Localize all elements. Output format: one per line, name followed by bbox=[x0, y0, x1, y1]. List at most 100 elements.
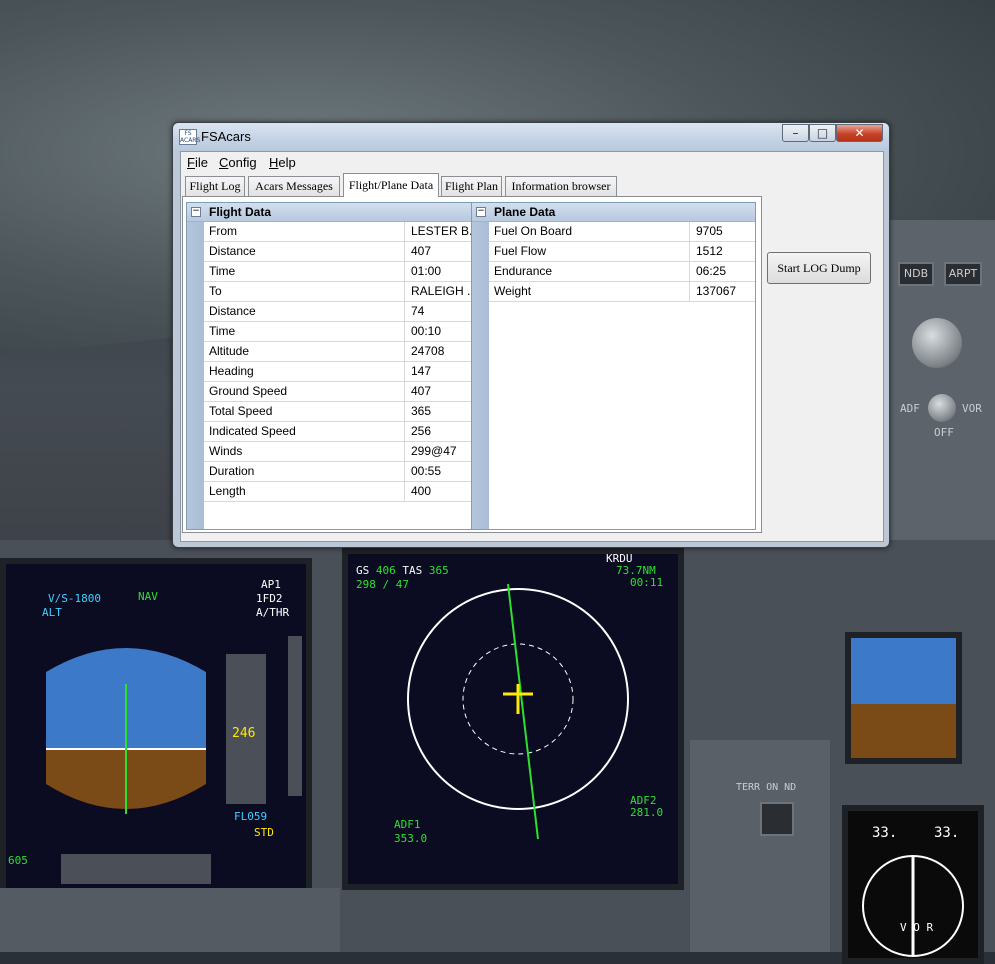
property-row[interactable]: Time 01:00 bbox=[204, 262, 471, 282]
property-value[interactable]: 1512 bbox=[689, 242, 756, 261]
rmi-right-value: 33. bbox=[934, 825, 960, 841]
grid-gutter bbox=[187, 203, 204, 529]
plane-data-grid: − Plane Data Fuel On Board 9705 Fuel Flow 1… bbox=[471, 202, 756, 530]
plane-data-title: Plane Data bbox=[494, 205, 556, 219]
property-value[interactable]: 400 bbox=[404, 482, 471, 501]
property-name: Indicated Speed bbox=[209, 424, 296, 438]
window-title: FSAcars bbox=[201, 129, 251, 144]
property-row[interactable]: Ground Speed 407 bbox=[204, 382, 471, 402]
nd-adf1-label: ADF1 bbox=[394, 818, 421, 831]
window-client: File Config Help Flight Log Acars Messag… bbox=[180, 151, 884, 542]
property-row[interactable]: Distance 407 bbox=[204, 242, 471, 262]
lower-panel bbox=[0, 888, 340, 952]
property-name: Duration bbox=[209, 464, 255, 478]
property-name: Fuel Flow bbox=[494, 244, 547, 258]
close-button[interactable]: ✕ bbox=[836, 124, 883, 142]
pfd-athr: A/THR bbox=[256, 606, 290, 619]
property-row[interactable]: Weight 137067 bbox=[489, 282, 755, 302]
property-row[interactable]: Winds 299@47 bbox=[204, 442, 471, 462]
rmi-indicator: 33. 33. V O R bbox=[842, 805, 984, 964]
pfd-ap: AP1 bbox=[261, 578, 281, 591]
tab-acars-messages[interactable]: Acars Messages bbox=[248, 176, 340, 196]
menu-help[interactable]: Help bbox=[269, 155, 296, 170]
pfd-baro: 605 bbox=[8, 854, 28, 867]
property-value[interactable]: 06:25 bbox=[689, 262, 756, 281]
property-value[interactable]: 74 bbox=[404, 302, 471, 321]
navigation-display: GS 406 TAS 365 298 / 47 KRDU 73.7NM 00:1… bbox=[342, 548, 684, 890]
ndb-button: NDB bbox=[898, 262, 934, 286]
collapse-flight-data-icon[interactable]: − bbox=[191, 207, 201, 217]
property-value[interactable]: 01:00 bbox=[404, 262, 471, 281]
property-row[interactable]: Distance 74 bbox=[204, 302, 471, 322]
property-name: Total Speed bbox=[209, 404, 273, 418]
flight-plane-data-panel: − Flight Data From LESTER B... Distance 407… bbox=[182, 196, 762, 533]
nd-adf2: 281.0 bbox=[630, 806, 664, 819]
property-value[interactable]: 24708 bbox=[404, 342, 471, 361]
property-value[interactable]: LESTER B... bbox=[404, 222, 471, 241]
tab-flight-plane-data[interactable]: Flight/Plane Data bbox=[343, 173, 439, 197]
pfd-vs-mode: V/S-1800 bbox=[48, 592, 101, 605]
property-value[interactable]: 299@47 bbox=[404, 442, 471, 461]
tab-flight-log[interactable]: Flight Log bbox=[185, 176, 245, 196]
pfd-alt: ALT bbox=[42, 606, 62, 619]
property-name: Winds bbox=[209, 444, 243, 458]
property-value[interactable]: 365 bbox=[404, 402, 471, 421]
property-row[interactable]: Time 00:10 bbox=[204, 322, 471, 342]
terr-panel: TERR ON ND bbox=[690, 740, 830, 952]
property-value[interactable]: 256 bbox=[404, 422, 471, 441]
pfd-std: STD bbox=[254, 826, 274, 839]
property-name: Time bbox=[209, 324, 236, 338]
property-row[interactable]: Duration 00:55 bbox=[204, 462, 471, 482]
collapse-plane-data-icon[interactable]: − bbox=[476, 207, 486, 217]
property-row[interactable]: Altitude 24708 bbox=[204, 342, 471, 362]
tab-flight-plan[interactable]: Flight Plan bbox=[441, 176, 502, 196]
property-value[interactable]: 147 bbox=[404, 362, 471, 381]
property-name: Distance bbox=[209, 304, 256, 318]
property-row[interactable]: Fuel Flow 1512 bbox=[489, 242, 755, 262]
fsacars-window: FS ACARS FSAcars – □ ✕ File Config Help … bbox=[172, 122, 890, 548]
property-value[interactable]: 9705 bbox=[689, 222, 756, 241]
nd-adf1: 353.0 bbox=[394, 832, 428, 845]
menu-config[interactable]: Config bbox=[219, 155, 257, 170]
property-row[interactable]: From LESTER B... bbox=[204, 222, 471, 242]
property-name: Heading bbox=[209, 364, 254, 378]
menu-bar: File Config Help bbox=[181, 152, 883, 172]
nd-gs: GS 406 TAS 365 bbox=[356, 564, 449, 577]
property-name: From bbox=[209, 224, 237, 238]
menu-file[interactable]: File bbox=[187, 155, 208, 170]
property-row[interactable]: Indicated Speed 256 bbox=[204, 422, 471, 442]
rmi-vor-label: V O R bbox=[900, 921, 934, 934]
property-value[interactable]: 00:10 bbox=[404, 322, 471, 341]
adf-label: ADF bbox=[900, 402, 920, 415]
property-name: Time bbox=[209, 264, 236, 278]
property-row[interactable]: Fuel On Board 9705 bbox=[489, 222, 755, 242]
property-name: Length bbox=[209, 484, 246, 498]
title-bar[interactable]: FS ACARS FSAcars – □ ✕ bbox=[173, 123, 889, 151]
tab-information-browser[interactable]: Information browser bbox=[505, 176, 617, 196]
flight-data-title: Flight Data bbox=[209, 205, 271, 219]
property-value[interactable]: 137067 bbox=[689, 282, 756, 301]
range-knob bbox=[912, 318, 962, 368]
nd-wind: 298 / 47 bbox=[356, 578, 409, 591]
adf-vor-knob bbox=[928, 394, 956, 422]
app-icon[interactable]: FS ACARS bbox=[179, 129, 200, 145]
plane-data-header: − Plane Data bbox=[472, 203, 755, 222]
property-value[interactable]: 407 bbox=[404, 382, 471, 401]
property-value[interactable]: 407 bbox=[404, 242, 471, 261]
vor-label: VOR bbox=[962, 402, 982, 415]
property-row[interactable]: To RALEIGH ... bbox=[204, 282, 471, 302]
property-value[interactable]: RALEIGH ... bbox=[404, 282, 471, 301]
property-row[interactable]: Total Speed 365 bbox=[204, 402, 471, 422]
property-name: Ground Speed bbox=[209, 384, 288, 398]
maximize-button[interactable]: □ bbox=[809, 124, 836, 142]
property-name: Weight bbox=[494, 284, 532, 298]
property-row[interactable]: Heading 147 bbox=[204, 362, 471, 382]
property-value[interactable]: 00:55 bbox=[404, 462, 471, 481]
start-log-dump-button[interactable]: Start LOG Dump bbox=[767, 252, 871, 284]
property-name: Distance bbox=[209, 244, 256, 258]
property-name: Fuel On Board bbox=[494, 224, 573, 238]
property-row[interactable]: Length 400 bbox=[204, 482, 471, 502]
minimize-button[interactable]: – bbox=[782, 124, 809, 142]
property-row[interactable]: Endurance 06:25 bbox=[489, 262, 755, 282]
arpt-button: ARPT bbox=[944, 262, 982, 286]
